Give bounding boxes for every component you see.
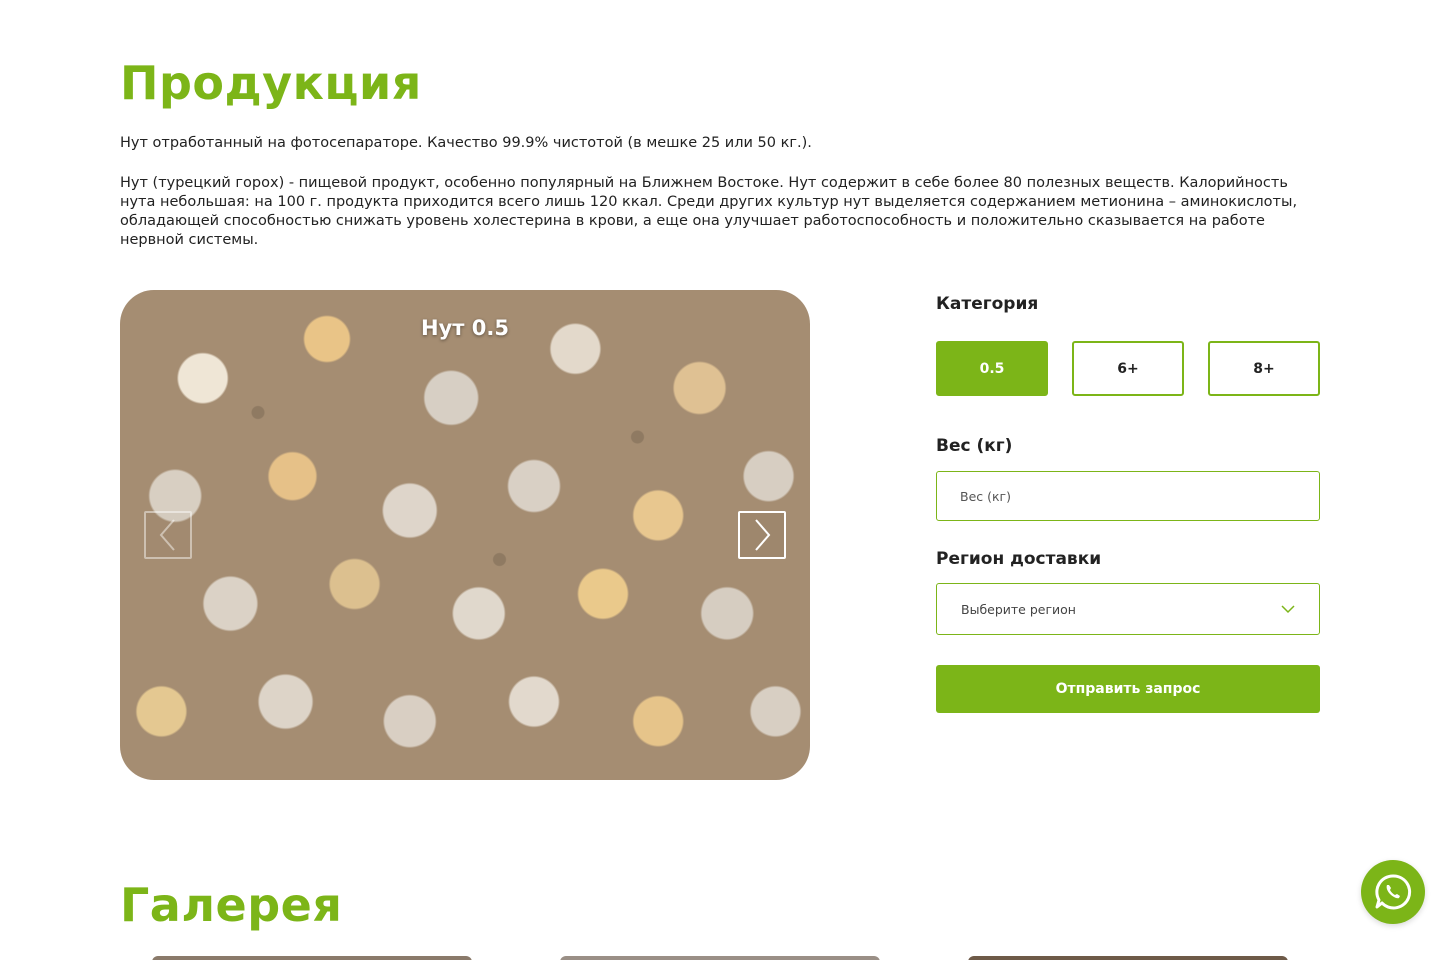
gallery-title: Галерея (120, 878, 343, 932)
chevron-down-icon (1281, 604, 1295, 613)
chevron-right-icon (755, 519, 771, 551)
slider-prev-button[interactable] (144, 511, 192, 559)
weight-label: Вес (кг) (936, 436, 1013, 456)
gallery-thumbnail[interactable] (152, 956, 472, 960)
slider-next-button[interactable] (738, 511, 786, 559)
submit-request-button[interactable]: Отправить запрос (936, 665, 1320, 713)
products-title: Продукция (120, 56, 422, 110)
product-long-description: Нут (турецкий горох) - пищевой продукт, … (120, 175, 1298, 248)
gallery-thumbnail[interactable] (560, 956, 880, 960)
region-select[interactable]: Выберите регион (936, 583, 1320, 635)
category-button-0-5[interactable]: 0.5 (936, 341, 1048, 396)
slide-caption: Нут 0.5 (421, 316, 509, 340)
region-label: Регион доставки (936, 549, 1102, 569)
gallery-thumbnail[interactable] (968, 956, 1288, 960)
product-short-description: Нут отработанный на фотосепараторе. Каче… (120, 135, 812, 151)
region-select-value: Выберите регион (961, 601, 1076, 617)
category-label: Категория (936, 294, 1039, 314)
category-button-8-plus[interactable]: 8+ (1208, 341, 1320, 396)
product-image-slider[interactable]: Нут 0.5 (120, 290, 810, 780)
whatsapp-button[interactable] (1361, 860, 1425, 924)
chevron-left-icon (159, 519, 175, 551)
whatsapp-icon (1375, 874, 1412, 910)
category-button-6-plus[interactable]: 6+ (1072, 341, 1184, 396)
weight-input[interactable] (936, 471, 1320, 521)
